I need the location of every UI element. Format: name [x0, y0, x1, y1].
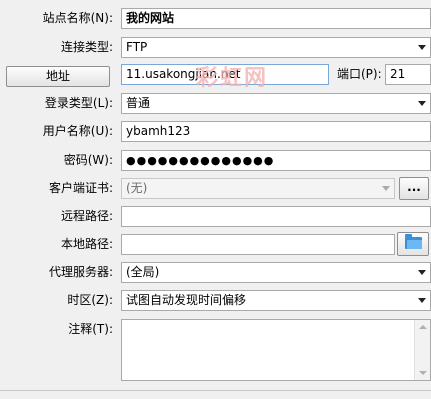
- proxy-select[interactable]: (全局): [121, 262, 431, 283]
- site-name-label: 站点名称(N):: [42, 11, 113, 25]
- local-path-label: 本地路径:: [60, 237, 113, 251]
- site-name-input[interactable]: 我的网站: [121, 8, 431, 29]
- timezone-value: 试图自动发现时间偏移: [126, 293, 247, 307]
- port-input[interactable]: 21: [385, 64, 431, 85]
- port-label: 端口(P):: [337, 67, 382, 81]
- local-path-browse-button[interactable]: [397, 232, 429, 256]
- chevron-down-icon: [414, 38, 430, 57]
- scroll-down-icon[interactable]: [419, 371, 427, 375]
- client-cert-value: (无): [126, 181, 148, 195]
- chevron-down-icon: [414, 263, 430, 282]
- connection-type-value: FTP: [126, 40, 148, 54]
- password-input[interactable]: ●●●●●●●●●●●●●●: [121, 150, 431, 171]
- divider: [0, 390, 431, 391]
- chevron-down-icon: [414, 291, 430, 310]
- remote-path-input[interactable]: [121, 206, 431, 227]
- address-button[interactable]: 地址: [6, 66, 110, 87]
- notes-scrollbar[interactable]: [414, 320, 430, 380]
- folder-icon: [405, 234, 422, 249]
- username-label: 用户名称(U):: [42, 124, 113, 138]
- connection-type-label: 连接类型:: [60, 40, 113, 54]
- login-type-label: 登录类型(L):: [44, 96, 113, 110]
- chevron-down-icon: [414, 94, 430, 113]
- login-type-value: 普通: [126, 96, 151, 110]
- username-input[interactable]: ybamh123: [121, 121, 431, 142]
- notes-label: 注释(T):: [68, 322, 113, 336]
- client-cert-label: 客户端证书:: [48, 181, 113, 195]
- password-label: 密码(W):: [63, 153, 113, 167]
- timezone-select[interactable]: 试图自动发现时间偏移: [121, 290, 431, 311]
- login-type-select[interactable]: 普通: [121, 93, 431, 114]
- client-cert-select[interactable]: (无): [121, 178, 395, 199]
- scroll-up-icon[interactable]: [419, 325, 427, 329]
- connection-type-select[interactable]: FTP: [121, 37, 431, 58]
- client-cert-browse-button[interactable]: ...: [399, 177, 429, 200]
- chevron-down-icon: [378, 179, 394, 198]
- notes-textarea[interactable]: [121, 319, 431, 381]
- local-path-input[interactable]: [121, 234, 395, 255]
- proxy-value: (全局): [126, 265, 160, 279]
- remote-path-label: 远程路径:: [60, 209, 113, 223]
- watermark: 彩虹网: [196, 66, 269, 91]
- timezone-label: 时区(Z):: [67, 293, 113, 307]
- proxy-label: 代理服务器:: [48, 265, 113, 279]
